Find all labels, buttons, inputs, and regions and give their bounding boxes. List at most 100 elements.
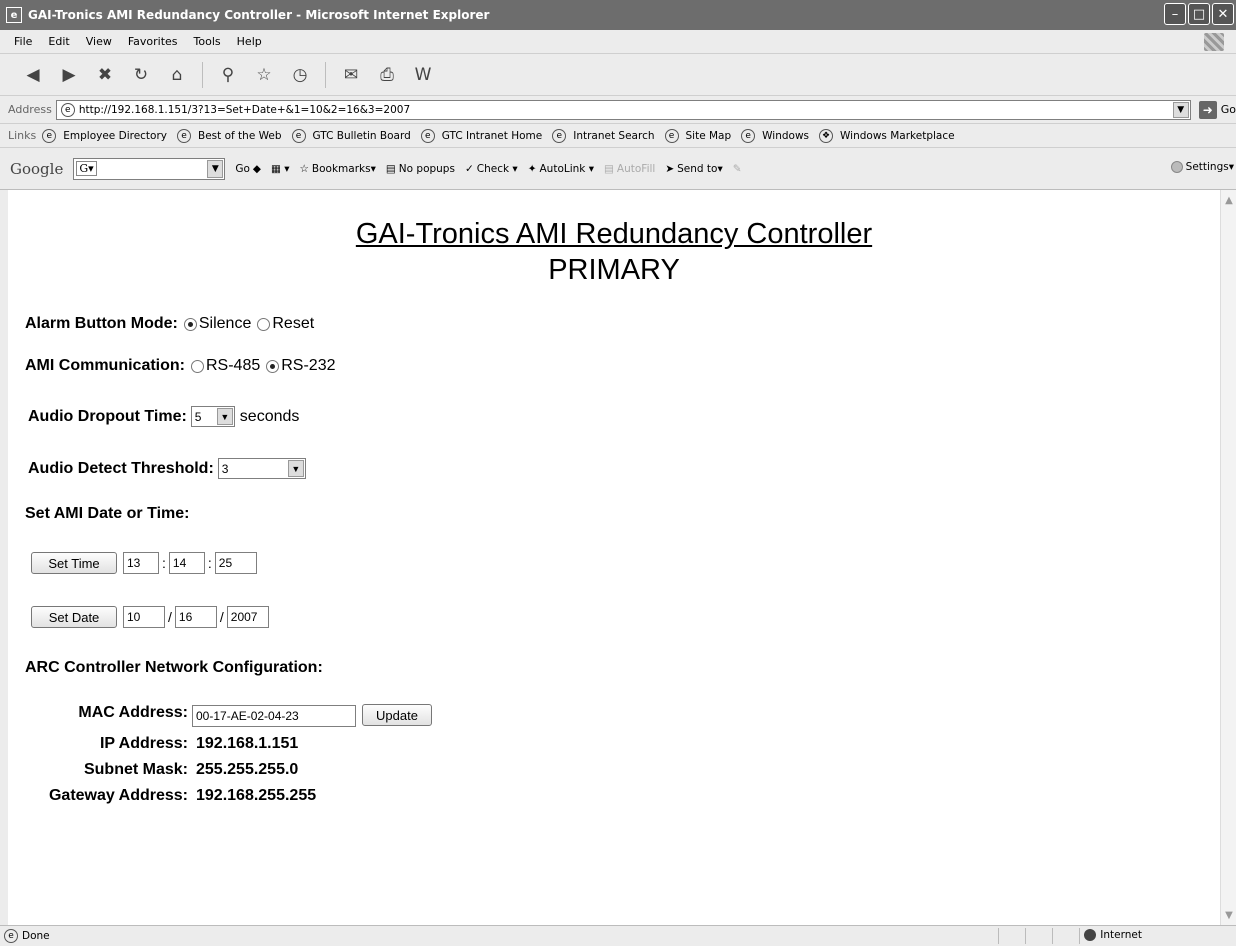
mail-icon[interactable]: ✉ xyxy=(340,65,362,85)
home-icon[interactable]: ⌂ xyxy=(166,65,188,85)
network-heading: ARC Controller Network Configuration: xyxy=(25,659,323,676)
hour-input[interactable]: 13 xyxy=(123,552,159,574)
chevron-down-icon[interactable]: ▼ xyxy=(207,159,224,178)
maximize-button[interactable]: □ xyxy=(1188,3,1210,25)
day-input[interactable]: 16 xyxy=(174,606,217,628)
popup-blocker-button[interactable]: ▤ No popups xyxy=(386,163,455,175)
menu-file[interactable]: File xyxy=(14,35,32,48)
page-icon: e xyxy=(552,128,567,143)
ie-icon: e xyxy=(6,7,22,23)
minute-input[interactable]: 14 xyxy=(168,552,205,574)
word-edit-icon[interactable]: W xyxy=(412,65,434,85)
radio-dot[interactable] xyxy=(191,359,204,373)
gateway-value: 192.168.255.255 xyxy=(196,787,317,804)
vertical-scrollbar[interactable]: ▲ ▼ xyxy=(1220,190,1236,925)
radio-rs485[interactable]: RS-485 xyxy=(191,357,260,375)
minimize-button[interactable]: – xyxy=(1164,3,1186,25)
google-go-button[interactable]: Go ◆ xyxy=(235,163,261,175)
set-date-button[interactable]: Set Date xyxy=(31,606,117,628)
radio-silence[interactable]: Silence xyxy=(183,315,251,333)
address-bar: Address e http://192.168.1.151/3?13=Set+… xyxy=(0,96,1236,124)
ami-comm-row: AMI Communication: RS-485 RS-232 xyxy=(25,357,336,375)
date-separator: / xyxy=(219,609,224,625)
forward-icon[interactable]: ▶ xyxy=(58,65,80,85)
check-label: Check ▾ xyxy=(476,162,518,175)
google-news-icon[interactable]: ▦ ▾ xyxy=(271,163,290,175)
dropout-select[interactable]: 5 ▼ xyxy=(190,406,235,427)
toolbar-separator xyxy=(325,61,326,88)
print-icon[interactable]: ⎙ xyxy=(376,65,398,85)
status-cell xyxy=(1025,928,1052,944)
google-logo[interactable]: Google xyxy=(10,160,63,178)
chevron-down-icon[interactable]: ▼ xyxy=(216,408,233,425)
ami-comm-label: AMI Communication: xyxy=(25,357,185,374)
radio-rs232[interactable]: RS-232 xyxy=(266,357,336,375)
threshold-select[interactable]: 3 ▼ xyxy=(217,458,306,479)
link-label: Intranet Search xyxy=(573,129,655,142)
dropout-value: 5 xyxy=(194,409,202,424)
link-intranet-search[interactable]: e Intranet Search xyxy=(552,128,655,143)
page-icon: e xyxy=(291,128,306,143)
chevron-down-icon[interactable]: ▼ xyxy=(287,460,304,477)
menu-edit[interactable]: Edit xyxy=(48,35,69,48)
popups-label: No popups xyxy=(398,162,455,175)
toolbar-separator xyxy=(202,61,203,88)
scroll-down-icon[interactable]: ▼ xyxy=(1221,907,1236,923)
month-input[interactable]: 10 xyxy=(123,606,165,628)
search-icon[interactable]: ⚲ xyxy=(217,65,239,85)
address-input[interactable]: e http://192.168.1.151/3?13=Set+Date+&1=… xyxy=(55,99,1191,120)
radio-reset[interactable]: Reset xyxy=(257,315,314,333)
close-button[interactable]: ✕ xyxy=(1212,3,1234,25)
globe-icon xyxy=(1084,929,1097,941)
link-intranet-home[interactable]: e GTC Intranet Home xyxy=(420,128,542,143)
alarm-mode-label: Alarm Button Mode: xyxy=(25,315,178,332)
scroll-up-icon[interactable]: ▲ xyxy=(1221,192,1236,208)
date-separator: / xyxy=(168,609,172,625)
autofill-button[interactable]: ▤ AutoFill xyxy=(604,163,655,175)
security-zone: Internet xyxy=(1084,929,1142,941)
settings-button[interactable]: Settings▾ xyxy=(1170,161,1234,173)
settings-circle-icon xyxy=(1170,161,1183,173)
highlighter-icon[interactable]: ✎ xyxy=(733,163,742,175)
history-icon[interactable]: ◷ xyxy=(289,65,311,85)
link-employee-directory[interactable]: e Employee Directory xyxy=(42,128,167,143)
menu-view[interactable]: View xyxy=(86,35,112,48)
time-separator: : xyxy=(207,555,212,571)
back-icon[interactable]: ◀ xyxy=(22,65,44,85)
gateway-row: Gateway Address: 192.168.255.255 xyxy=(8,787,608,809)
threshold-value: 3 xyxy=(221,461,229,476)
autolink-button[interactable]: ✦ AutoLink ▾ xyxy=(528,163,594,175)
mac-input[interactable]: 00-17-AE-02-04-23 xyxy=(192,705,356,727)
network-heading-row: ARC Controller Network Configuration: xyxy=(25,659,323,677)
link-bulletin-board[interactable]: e GTC Bulletin Board xyxy=(291,128,411,143)
second-input[interactable]: 25 xyxy=(214,552,257,574)
link-site-map[interactable]: e Site Map xyxy=(664,128,731,143)
spell-check-button[interactable]: ✓ Check ▾ xyxy=(465,163,518,175)
menu-tools[interactable]: Tools xyxy=(194,35,221,48)
go-button[interactable]: ➜ Go xyxy=(1198,100,1236,119)
arrow-icon: ◆ xyxy=(252,162,261,175)
status-bar: e Done Internet xyxy=(0,925,1236,946)
send-to-button[interactable]: ➤ Send to▾ xyxy=(665,163,722,175)
link-windows-marketplace[interactable]: ❖ Windows Marketplace xyxy=(819,128,955,143)
radio-dot-checked[interactable] xyxy=(266,359,280,373)
page-subtitle: PRIMARY xyxy=(548,254,680,286)
radio-dot[interactable] xyxy=(257,317,271,331)
bookmarks-button[interactable]: ☆ Bookmarks▾ xyxy=(300,163,376,175)
link-windows[interactable]: e Windows xyxy=(741,128,809,143)
update-button[interactable]: Update xyxy=(362,704,432,726)
radio-dot-checked[interactable] xyxy=(183,317,197,331)
google-search-input[interactable]: G▾ ▼ xyxy=(73,157,226,180)
stop-icon[interactable]: ✖ xyxy=(94,65,116,85)
menu-favorites[interactable]: Favorites xyxy=(128,35,178,48)
page-icon: e xyxy=(664,128,679,143)
favorites-star-icon[interactable]: ☆ xyxy=(253,65,275,85)
refresh-icon[interactable]: ↻ xyxy=(130,65,152,85)
google-g-icon[interactable]: G▾ xyxy=(76,161,97,176)
year-input[interactable]: 2007 xyxy=(226,606,269,628)
link-best-of-web[interactable]: e Best of the Web xyxy=(177,128,282,143)
menu-help[interactable]: Help xyxy=(237,35,262,48)
chevron-down-icon[interactable]: ▼ xyxy=(1172,101,1189,118)
window-title: GAI-Tronics AMI Redundancy Controller - … xyxy=(28,8,490,22)
set-time-button[interactable]: Set Time xyxy=(31,552,117,574)
